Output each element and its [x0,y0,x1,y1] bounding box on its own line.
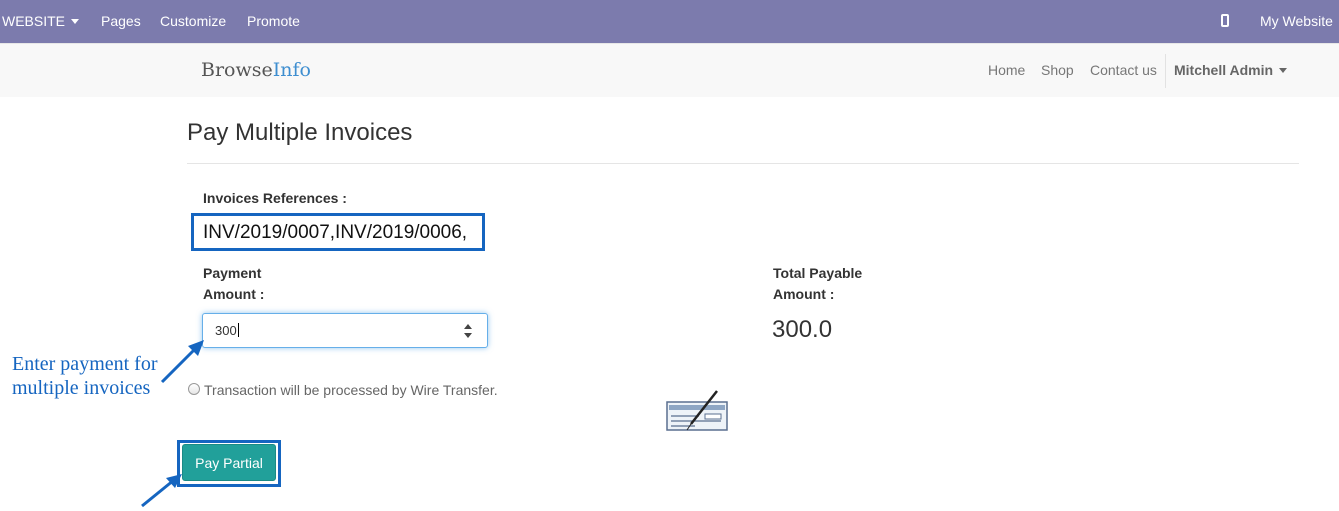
my-website-label: My Website [1260,13,1333,29]
annotation-arrow-payment-icon [160,340,204,384]
mobile-phone-icon [1221,14,1229,28]
total-payable-label-line2: Amount : [773,286,835,302]
cheque-icon [666,390,728,431]
number-stepper[interactable] [464,324,472,338]
caret-down-icon [1279,67,1288,73]
page-title: Pay Multiple Invoices [187,119,413,146]
stepper-down-icon[interactable] [464,333,472,338]
wire-transfer-label: Transaction will be processed by Wire Tr… [204,382,498,398]
invoices-references-label: Invoices References : [203,190,347,206]
caret-down-icon [71,18,80,24]
user-menu[interactable]: Mitchell Admin [1174,62,1288,78]
stepper-up-icon[interactable] [464,324,472,329]
payment-amount-label: Payment Amount : [203,263,264,305]
annotation-arrow-button-icon [141,474,182,508]
annotation-line1: Enter payment for [12,353,158,375]
annotation-text: Enter payment for multiple invoices [12,352,158,400]
invoices-references-value: INV/2019/0007,INV/2019/0006, [203,222,468,243]
title-divider [187,163,1299,164]
website-menu-label: WEBSITE [2,13,66,29]
wire-transfer-radio[interactable] [188,383,200,395]
total-payable-value: 300.0 [772,316,833,343]
admin-bar: WEBSITE Pages Customize Promote My Websi… [0,0,1339,43]
logo-text-accent: Info [272,59,311,81]
payment-amount-label-line2: Amount : [203,286,265,302]
promote-menu[interactable]: Promote [247,0,300,43]
my-website-menu[interactable]: My Website [1260,0,1339,43]
total-payable-label: Total Payable Amount : [773,263,862,305]
payment-amount-input[interactable]: 300 [202,313,488,348]
browseinfo-logo[interactable]: BrowseInfo [201,59,311,81]
nav-link-contact-us[interactable]: Contact us [1090,62,1157,78]
website-menu[interactable]: WEBSITE [2,0,80,43]
user-name: Mitchell Admin [1174,62,1274,78]
nav-link-shop[interactable]: Shop [1041,62,1074,78]
customize-menu[interactable]: Customize [160,0,226,43]
nav-link-home[interactable]: Home [988,62,1025,78]
pages-menu[interactable]: Pages [101,0,141,43]
website-navbar: BrowseInfo Home Shop Contact us Mitchell… [0,43,1339,97]
pay-partial-button[interactable]: Pay Partial [182,444,276,481]
mobile-preview-button[interactable] [1221,0,1229,43]
total-payable-label-line1: Total Payable [773,265,863,281]
nav-divider [1165,54,1166,88]
annotation-line2: multiple invoices [12,377,151,399]
payment-amount-value: 300 [215,323,237,338]
payment-amount-label-line1: Payment [203,265,262,281]
logo-text-primary: Browse [201,59,273,81]
invoices-references-highlight: INV/2019/0007,INV/2019/0006, [191,213,485,251]
